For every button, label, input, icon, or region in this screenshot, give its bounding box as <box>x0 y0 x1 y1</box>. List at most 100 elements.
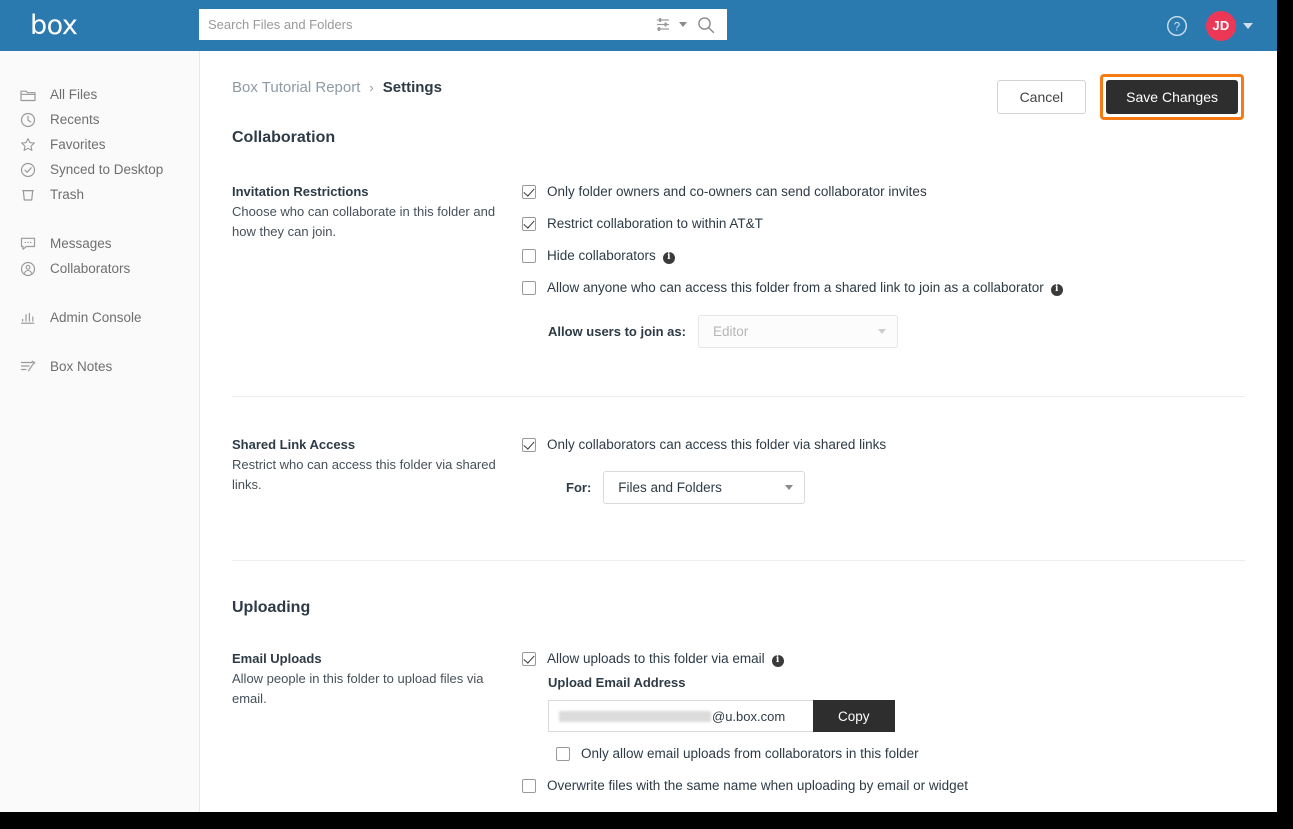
search-bar <box>199 9 727 40</box>
upload-email-domain: @u.box.com <box>712 708 786 724</box>
top-navigation-bar: box Search Files and Folders ? JD <box>0 0 1277 51</box>
breadcrumb-separator-icon: › <box>369 80 374 95</box>
checkbox-label-group: Hide collaborators i <box>547 248 675 264</box>
check-circle-icon <box>20 161 40 179</box>
join-as-select[interactable]: Editor <box>697 315 898 348</box>
sidebar-item-box-notes[interactable]: Box Notes <box>0 354 199 379</box>
sidebar-divider-gap-2 <box>0 281 199 305</box>
shared-link-access-controls: Only collaborators can access this folde… <box>522 437 1233 504</box>
checkbox-row-only-collaborators-shared-links[interactable]: Only collaborators can access this folde… <box>522 437 1233 453</box>
search-icon[interactable] <box>695 16 727 34</box>
section-divider-1 <box>232 396 1245 397</box>
info-icon[interactable]: i <box>662 251 675 264</box>
copy-button[interactable]: Copy <box>813 700 895 732</box>
notes-pencil-icon <box>20 358 40 376</box>
cancel-button[interactable]: Cancel <box>996 80 1087 114</box>
sidebar-item-favorites[interactable]: Favorites <box>0 132 199 157</box>
sidebar-item-label: All Files <box>50 87 98 102</box>
sidebar-item-label: Synced to Desktop <box>50 162 164 177</box>
checkbox-label: Only folder owners and co-owners can sen… <box>547 184 927 199</box>
sidebar-item-collaborators[interactable]: Collaborators <box>0 256 199 281</box>
checkbox-allow-email-uploads[interactable] <box>522 652 536 666</box>
sidebar-item-trash[interactable]: Trash <box>0 182 199 207</box>
upload-email-address-field[interactable]: @u.box.com <box>548 700 813 732</box>
bar-chart-icon <box>20 309 40 327</box>
page-title: Settings <box>382 79 442 96</box>
checkbox-row-restrict-domain[interactable]: Restrict collaboration to within AT&T <box>522 216 1233 232</box>
upload-email-address-row: @u.box.com Copy <box>548 700 1233 732</box>
folder-icon <box>20 86 40 104</box>
shared-link-access-description: Shared Link Access Restrict who can acce… <box>232 437 522 495</box>
screenshot-border-bottom <box>0 812 1293 829</box>
user-menu[interactable]: JD <box>1206 10 1253 41</box>
clock-icon <box>20 111 40 129</box>
checkbox-hide-collaborators[interactable] <box>522 249 536 263</box>
checkbox-label: Overwrite files with the same name when … <box>547 778 968 793</box>
checkbox-row-allow-email-uploads[interactable]: Allow uploads to this folder via email i <box>522 651 1233 667</box>
settings-panel: Collaboration Invitation Restrictions Ch… <box>201 129 1277 812</box>
sidebar-divider-gap-3 <box>0 330 199 354</box>
person-circle-icon <box>20 260 40 278</box>
checkbox-overwrite-files[interactable] <box>522 779 536 793</box>
checkbox-shared-link-join[interactable] <box>522 281 536 295</box>
checkbox-label: Allow uploads to this folder via email <box>547 651 765 666</box>
email-uploads-heading: Email Uploads <box>232 651 322 666</box>
checkbox-only-collaborators-email-uploads[interactable] <box>556 747 570 761</box>
avatar[interactable]: JD <box>1206 10 1236 41</box>
sidebar-item-label: Favorites <box>50 137 106 152</box>
invitation-restrictions-desc: Choose who can collaborate in this folde… <box>232 204 496 239</box>
email-uploads-desc: Allow people in this folder to upload fi… <box>232 671 484 706</box>
box-logo[interactable]: box <box>30 12 78 39</box>
sidebar: All Files Recents Favorites Synced to De… <box>0 51 200 812</box>
sidebar-item-messages[interactable]: Messages <box>0 231 199 256</box>
info-icon[interactable]: i <box>771 654 784 667</box>
checkbox-row-only-collaborators-email-uploads[interactable]: Only allow email uploads from collaborat… <box>556 746 1233 762</box>
help-circle-icon[interactable]: ? <box>1166 15 1188 37</box>
checkbox-restrict-domain[interactable] <box>522 217 536 231</box>
checkbox-row-overwrite-files[interactable]: Overwrite files with the same name when … <box>522 778 1233 794</box>
sidebar-item-recents[interactable]: Recents <box>0 107 199 132</box>
app-window: box Search Files and Folders ? JD All Fi… <box>0 0 1277 812</box>
checkbox-row-owners-invite[interactable]: Only folder owners and co-owners can sen… <box>522 184 1233 200</box>
trash-icon <box>20 186 40 204</box>
chat-bubble-icon <box>20 235 40 253</box>
sidebar-item-all-files[interactable]: All Files <box>0 82 199 107</box>
checkbox-label: Only allow email uploads from collaborat… <box>581 746 919 761</box>
chevron-down-icon <box>877 329 886 334</box>
shared-link-for-label: For: <box>566 480 592 495</box>
section-divider-2 <box>232 560 1245 561</box>
checkbox-row-shared-link-join[interactable]: Allow anyone who can access this folder … <box>522 280 1233 296</box>
sidebar-item-label: Recents <box>50 112 100 127</box>
save-changes-button[interactable]: Save Changes <box>1106 80 1238 114</box>
sidebar-item-admin-console[interactable]: Admin Console <box>0 305 199 330</box>
checkbox-row-hide-collaborators[interactable]: Hide collaborators i <box>522 248 1233 264</box>
sidebar-item-label: Admin Console <box>50 310 142 325</box>
user-chevron-down-icon[interactable] <box>1243 22 1253 29</box>
checkbox-only-collaborators-shared-links[interactable] <box>522 438 536 452</box>
filters-icon[interactable] <box>654 17 675 32</box>
save-changes-highlight: Save Changes <box>1100 74 1244 120</box>
email-uploads-row: Email Uploads Allow people in this folde… <box>232 651 1233 794</box>
svg-text:?: ? <box>1174 21 1180 33</box>
checkbox-label: Hide collaborators <box>547 248 656 263</box>
sidebar-item-label: Messages <box>50 236 112 251</box>
breadcrumb-parent-link[interactable]: Box Tutorial Report <box>232 79 360 96</box>
section-title-collaboration: Collaboration <box>232 129 336 146</box>
checkbox-label-group: Allow anyone who can access this folder … <box>547 280 1063 296</box>
sidebar-item-synced-to-desktop[interactable]: Synced to Desktop <box>0 157 199 182</box>
search-input[interactable] <box>199 10 654 39</box>
chevron-down-icon <box>785 485 794 490</box>
sidebar-item-label: Trash <box>50 187 85 202</box>
filters-chevron-down-icon[interactable] <box>679 22 687 27</box>
sidebar-item-label: Box Notes <box>50 359 113 374</box>
shared-link-access-heading: Shared Link Access <box>232 437 356 452</box>
invitation-restrictions-controls: Only folder owners and co-owners can sen… <box>522 184 1233 348</box>
checkbox-owners-invite[interactable] <box>522 185 536 199</box>
upload-email-address-label: Upload Email Address <box>548 675 686 690</box>
email-uploads-description: Email Uploads Allow people in this folde… <box>232 651 522 709</box>
info-icon[interactable]: i <box>1050 283 1063 296</box>
invitation-restrictions-description: Invitation Restrictions Choose who can c… <box>232 184 522 242</box>
join-as-label: Allow users to join as: <box>548 324 686 339</box>
breadcrumb: Box Tutorial Report › Settings <box>232 79 442 96</box>
shared-link-for-select[interactable]: Files and Folders <box>603 471 806 504</box>
